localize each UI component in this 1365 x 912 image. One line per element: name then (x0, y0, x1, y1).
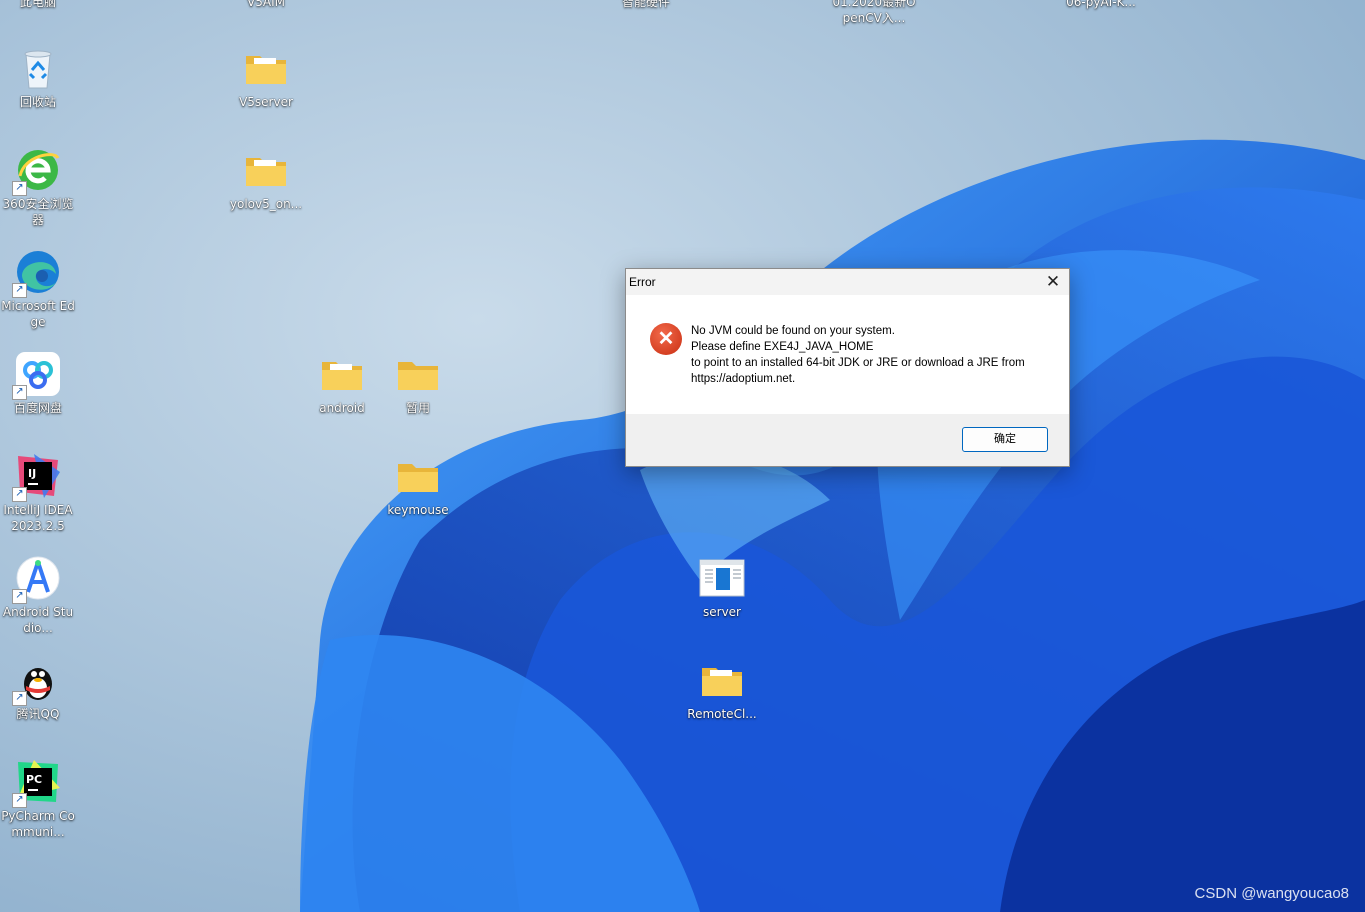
message-line: to point to an installed 64-bit JDK or J… (691, 357, 1025, 369)
desktop-icon-remotecl[interactable]: RemoteCl... (684, 656, 760, 722)
edge-icon: ↗ (12, 248, 62, 298)
svg-text:PC: PC (26, 773, 42, 786)
desktop-icon-label: 06-pyAI-K... (1066, 0, 1136, 9)
svg-text:IJ: IJ (28, 467, 36, 480)
desktop-icon-pycharm[interactable]: PC ↗ PyCharm Communi... (0, 758, 76, 840)
message-line: No JVM could be found on your system. (691, 325, 895, 337)
shortcut-arrow-icon: ↗ (12, 385, 27, 400)
message-line: Please define EXE4J_JAVA_HOME (691, 341, 874, 353)
desktop-icon-label: 暂用 (405, 401, 430, 415)
error-dialog: Error ✕ ✕ No JVM could be found on your … (625, 268, 1070, 467)
dialog-message: No JVM could be found on your system. Pl… (691, 323, 1025, 387)
message-line: https://adoptium.net. (691, 373, 796, 385)
desktop-icon-baidu-netdisk[interactable]: ↗ 百度网盘 (0, 350, 76, 416)
folder-icon (698, 656, 746, 704)
dialog-footer: 确定 (626, 414, 1069, 466)
desktop-icon-v5aim[interactable]: V5AIM (228, 0, 304, 10)
desktop-icon-v5server[interactable]: V5server (228, 44, 304, 110)
shortcut-arrow-icon: ↗ (12, 487, 27, 502)
desktop-icon-qq[interactable]: ↗ 腾讯QQ (0, 656, 76, 722)
desktop-icon-label: RemoteCl... (687, 707, 757, 721)
desktop-icon-label: 回收站 (19, 95, 56, 109)
desktop-icon-smart-hardware[interactable]: 智能硬件 (608, 0, 684, 10)
desktop-icon-label: android (319, 401, 365, 415)
browser-360-icon: ↗ (12, 146, 62, 196)
desktop-icon-label: 此电脑 (19, 0, 56, 9)
ok-button[interactable]: 确定 (962, 427, 1048, 452)
file-icon (698, 554, 746, 602)
desktop-icon-android-studio[interactable]: ↗ Android Studio... (0, 554, 76, 636)
intellij-icon: IJ ↗ (12, 452, 62, 502)
shortcut-arrow-icon: ↗ (12, 283, 27, 298)
desktop-icon-label: V5AIM (247, 0, 285, 9)
desktop-icon-label: IntelliJ IDEA 2023.2.5 (3, 503, 73, 533)
desktop-icon-temp-folder[interactable]: 暂用 (380, 350, 456, 416)
desktop-icon-label: 腾讯QQ (16, 707, 60, 721)
desktop-icon-yolov5[interactable]: yolov5_on... (228, 146, 304, 212)
desktop-icon-label: keymouse (387, 503, 449, 517)
shortcut-arrow-icon: ↗ (12, 181, 27, 196)
shortcut-arrow-icon: ↗ (12, 691, 27, 706)
dialog-title: Error (629, 275, 656, 289)
error-icon: ✕ (650, 323, 682, 355)
desktop-icon-label: Microsoft Edge (1, 299, 75, 329)
desktop-icon-label: V5server (239, 95, 293, 109)
android-studio-icon: ↗ (12, 554, 62, 604)
close-icon[interactable]: ✕ (1037, 269, 1069, 295)
desktop-icon-opencv[interactable]: 01.2020最新OpenCV入... (830, 0, 918, 26)
desktop-icon-360-browser[interactable]: ↗ 360安全浏览器 (0, 146, 76, 228)
folder-icon (394, 452, 442, 500)
desktop-icon-label: 百度网盘 (13, 401, 62, 415)
desktop-icon-label: Android Studio... (2, 605, 74, 635)
shortcut-arrow-icon: ↗ (12, 589, 27, 604)
recycle-bin-icon (14, 44, 62, 92)
dialog-titlebar[interactable]: Error ✕ (626, 269, 1069, 295)
folder-icon (242, 146, 290, 194)
desktop-icon-label: 01.2020最新OpenCV入... (832, 0, 916, 25)
folder-icon (242, 44, 290, 92)
folder-icon (318, 350, 366, 398)
desktop-icon-pyai[interactable]: 06-pyAI-K... (1058, 0, 1144, 10)
qq-icon: ↗ (12, 656, 62, 706)
shortcut-arrow-icon: ↗ (12, 793, 27, 808)
pycharm-icon: PC ↗ (12, 758, 62, 808)
desktop-icon-android-folder[interactable]: android (304, 350, 380, 416)
desktop-icon-label: 智能硬件 (621, 0, 670, 9)
watermark: CSDN @wangyoucao8 (1194, 885, 1349, 902)
dialog-body: ✕ No JVM could be found on your system. … (626, 295, 1069, 414)
desktop-icon-label: yolov5_on... (229, 197, 303, 211)
desktop-icon-label: PyCharm Communi... (1, 809, 75, 839)
baidu-netdisk-icon: ↗ (12, 350, 62, 400)
desktop-icon-intellij[interactable]: IJ ↗ IntelliJ IDEA 2023.2.5 (0, 452, 76, 534)
desktop-icon-label: 360安全浏览器 (2, 197, 74, 227)
desktop-icon-keymouse[interactable]: keymouse (380, 452, 456, 518)
desktop-icon-edge[interactable]: ↗ Microsoft Edge (0, 248, 76, 330)
desktop-icon-this-pc[interactable]: 此电脑 (0, 0, 76, 10)
folder-icon (394, 350, 442, 398)
desktop-icon-label: server (703, 605, 741, 619)
desktop-icon-server[interactable]: server (684, 554, 760, 620)
desktop-icon-recycle-bin[interactable]: 回收站 (0, 44, 76, 110)
